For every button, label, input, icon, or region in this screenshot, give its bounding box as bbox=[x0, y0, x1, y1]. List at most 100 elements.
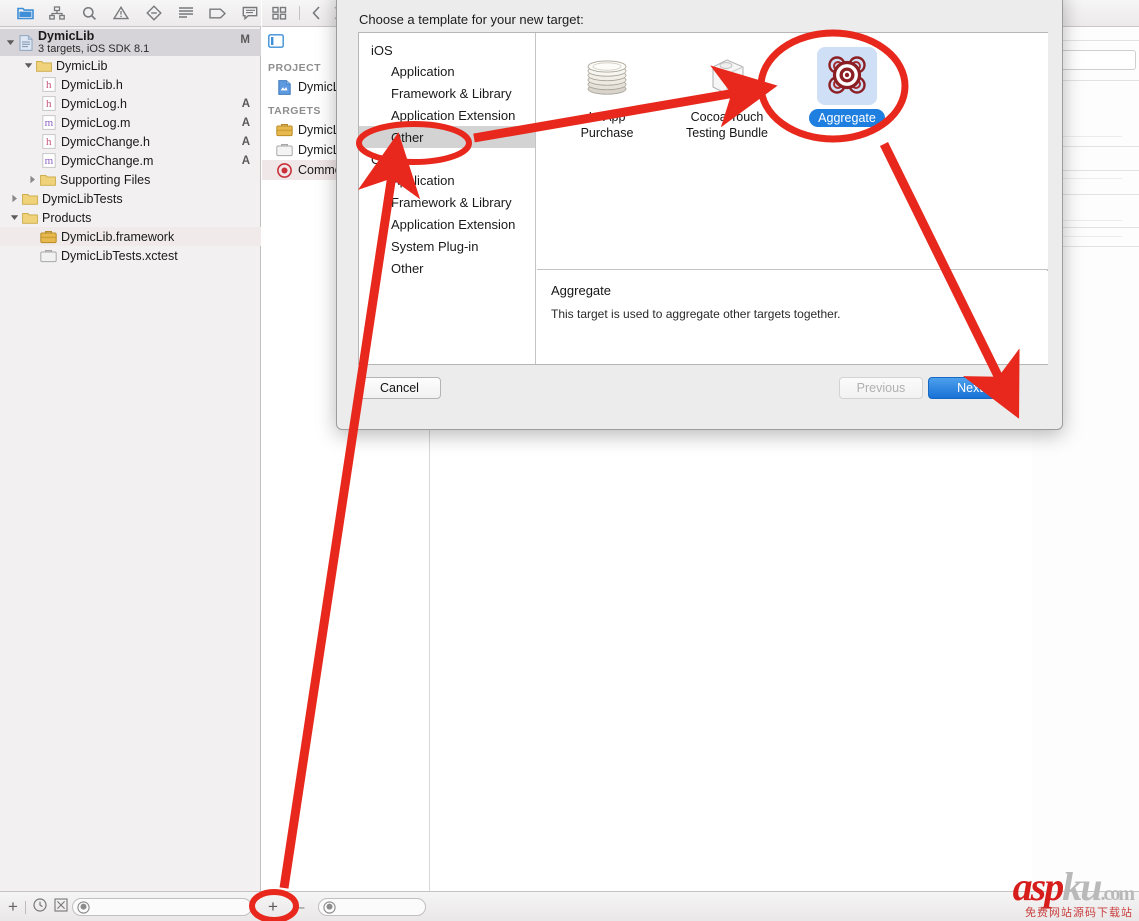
plus-icon[interactable]: + bbox=[8, 898, 18, 915]
disclosure-closed-icon[interactable] bbox=[8, 194, 21, 203]
category-list[interactable]: iOS Application Framework & Library Appl… bbox=[359, 33, 536, 364]
tree-item-label: DymicLib bbox=[56, 58, 108, 73]
tree-row[interactable]: h DymicChange.h A bbox=[0, 132, 261, 151]
sidebar-toggle-icon[interactable] bbox=[268, 33, 284, 53]
tree-row[interactable]: Products bbox=[0, 208, 261, 227]
header-file-icon: h bbox=[40, 134, 57, 149]
header-file-icon: h bbox=[40, 96, 57, 111]
disclosure-closed-icon[interactable] bbox=[26, 175, 39, 184]
template-label: Cocoa Touch Testing Bundle bbox=[685, 110, 768, 141]
xctest-target-icon bbox=[276, 143, 293, 158]
method-file-icon: m bbox=[40, 153, 57, 168]
warning-triangle-icon[interactable] bbox=[110, 3, 132, 23]
description-body: This target is used to aggregate other t… bbox=[551, 307, 841, 321]
tree-item-label: DymicLibTests bbox=[42, 191, 123, 206]
tree-row[interactable]: DymicLibTests.xctest bbox=[0, 246, 261, 265]
xctest-icon bbox=[40, 248, 57, 263]
category-item-osx-other[interactable]: Other bbox=[359, 257, 535, 279]
hierarchy-icon[interactable] bbox=[46, 3, 68, 23]
status-badge-modified: M bbox=[240, 34, 250, 46]
tree-item-label: DymicLib.framework bbox=[61, 229, 175, 244]
project-navigator: DymicLib 3 targets, iOS SDK 8.1 M DymicL… bbox=[0, 0, 261, 891]
speech-bubble-icon[interactable] bbox=[239, 3, 261, 23]
tree-row[interactable]: DymicLib bbox=[0, 56, 261, 75]
svg-text:h: h bbox=[46, 98, 52, 110]
previous-button[interactable]: Previous bbox=[839, 377, 923, 399]
tree-row[interactable]: h DymicLog.h A bbox=[0, 94, 261, 113]
watermark: aspku.com 免费网站源码下载站 bbox=[1013, 864, 1135, 919]
list-icon[interactable] bbox=[175, 3, 197, 23]
coin-stack-icon bbox=[577, 47, 637, 105]
template-cell-cocoa-touch-testing-bundle[interactable]: Cocoa Touch Testing Bundle bbox=[667, 47, 787, 269]
filter-field[interactable] bbox=[72, 898, 252, 916]
framework-icon bbox=[40, 229, 57, 244]
cancel-button[interactable]: Cancel bbox=[358, 377, 441, 399]
navigator-toolbar bbox=[0, 0, 261, 27]
category-group-osx: OS X bbox=[371, 152, 403, 167]
tree-row-project[interactable]: DymicLib 3 targets, iOS SDK 8.1 M bbox=[0, 29, 261, 56]
folder-icon[interactable] bbox=[14, 3, 36, 23]
sheet-title: Choose a template for your new target: bbox=[359, 12, 584, 27]
category-item-ios-framework-library[interactable]: Framework & Library bbox=[359, 82, 535, 104]
add-target-button[interactable]: + bbox=[268, 898, 278, 915]
tree-row[interactable]: DymicLib.framework bbox=[0, 227, 261, 246]
template-cell-in-app-purchase[interactable]: In-App Purchase bbox=[547, 47, 667, 269]
template-cell-aggregate[interactable]: Aggregate bbox=[787, 47, 907, 269]
tree-item-label: Supporting Files bbox=[60, 172, 151, 187]
grid-view-icon[interactable] bbox=[272, 6, 287, 20]
diamond-minus-icon[interactable] bbox=[143, 3, 165, 23]
aggregate-target-icon bbox=[276, 162, 293, 178]
chevron-left-icon[interactable] bbox=[312, 6, 321, 20]
watermark-domain: .com bbox=[1100, 883, 1135, 905]
breakpoint-icon[interactable] bbox=[54, 897, 68, 917]
aggregate-target-icon bbox=[817, 47, 877, 105]
folder-icon bbox=[35, 58, 52, 73]
tree-row[interactable]: DymicLibTests bbox=[0, 189, 261, 208]
clock-icon[interactable] bbox=[33, 897, 47, 917]
disclosure-open-icon[interactable] bbox=[4, 38, 17, 47]
category-item-osx-application-extension[interactable]: Application Extension bbox=[359, 213, 535, 235]
description-title: Aggregate bbox=[551, 283, 611, 298]
tree-row[interactable]: h DymicLib.h bbox=[0, 75, 261, 94]
header-file-icon: h bbox=[40, 77, 57, 92]
folder-icon bbox=[21, 210, 38, 225]
tag-icon[interactable] bbox=[207, 3, 229, 23]
secondary-filter-field[interactable] bbox=[318, 898, 426, 916]
tree-row[interactable]: m DymicLog.m A bbox=[0, 113, 261, 132]
category-item-osx-application[interactable]: Application bbox=[359, 169, 535, 191]
status-bar: + + – bbox=[0, 891, 1139, 921]
framework-target-icon bbox=[276, 123, 293, 138]
watermark-subtitle: 免费网站源码下载站 bbox=[1025, 907, 1133, 919]
next-button[interactable]: Next bbox=[928, 377, 1012, 399]
category-item-osx-framework-library[interactable]: Framework & Library bbox=[359, 191, 535, 213]
disclosure-open-icon[interactable] bbox=[8, 213, 21, 222]
category-item-ios-application-extension[interactable]: Application Extension bbox=[359, 104, 535, 126]
template-label: Aggregate bbox=[809, 109, 885, 128]
category-item-ios-other[interactable]: Other bbox=[359, 126, 535, 148]
disclosure-open-icon[interactable] bbox=[22, 61, 35, 70]
project-header-labels: DymicLib 3 targets, iOS SDK 8.1 bbox=[38, 29, 149, 56]
tree-item-label: DymicLibTests.xctest bbox=[61, 248, 178, 263]
tree-item-label: DymicLib.h bbox=[61, 77, 123, 92]
tree-row[interactable]: m DymicChange.m A bbox=[0, 151, 261, 170]
file-tree[interactable]: DymicLib 3 targets, iOS SDK 8.1 M DymicL… bbox=[0, 27, 261, 891]
template-description: Aggregate This target is used to aggrega… bbox=[537, 271, 1048, 364]
search-icon[interactable] bbox=[78, 3, 100, 23]
cocoa-touch-test-icon bbox=[697, 47, 757, 105]
svg-text:h: h bbox=[46, 136, 52, 148]
tree-row[interactable]: Supporting Files bbox=[0, 170, 261, 189]
category-item-ios-application[interactable]: Application bbox=[359, 60, 535, 82]
project-title: DymicLib bbox=[38, 29, 95, 43]
status-badge-added: A bbox=[241, 97, 250, 110]
category-item-osx-system-plugin[interactable]: System Plug-in bbox=[359, 235, 535, 257]
svg-text:m: m bbox=[44, 117, 53, 129]
template-chooser-box: iOS Application Framework & Library Appl… bbox=[358, 32, 1048, 365]
choose-template-sheet: Choose a template for your new target: i… bbox=[336, 0, 1063, 430]
folder-icon bbox=[39, 172, 56, 187]
status-badge-added: A bbox=[241, 116, 250, 129]
remove-target-button[interactable]: – bbox=[295, 898, 304, 915]
watermark-ku: ku bbox=[1062, 864, 1102, 909]
status-badge-added: A bbox=[241, 135, 250, 148]
watermark-brand: aspku.com bbox=[1013, 864, 1135, 909]
template-grid[interactable]: In-App Purchase Cocoa Touch Testing Bund… bbox=[537, 33, 1048, 270]
